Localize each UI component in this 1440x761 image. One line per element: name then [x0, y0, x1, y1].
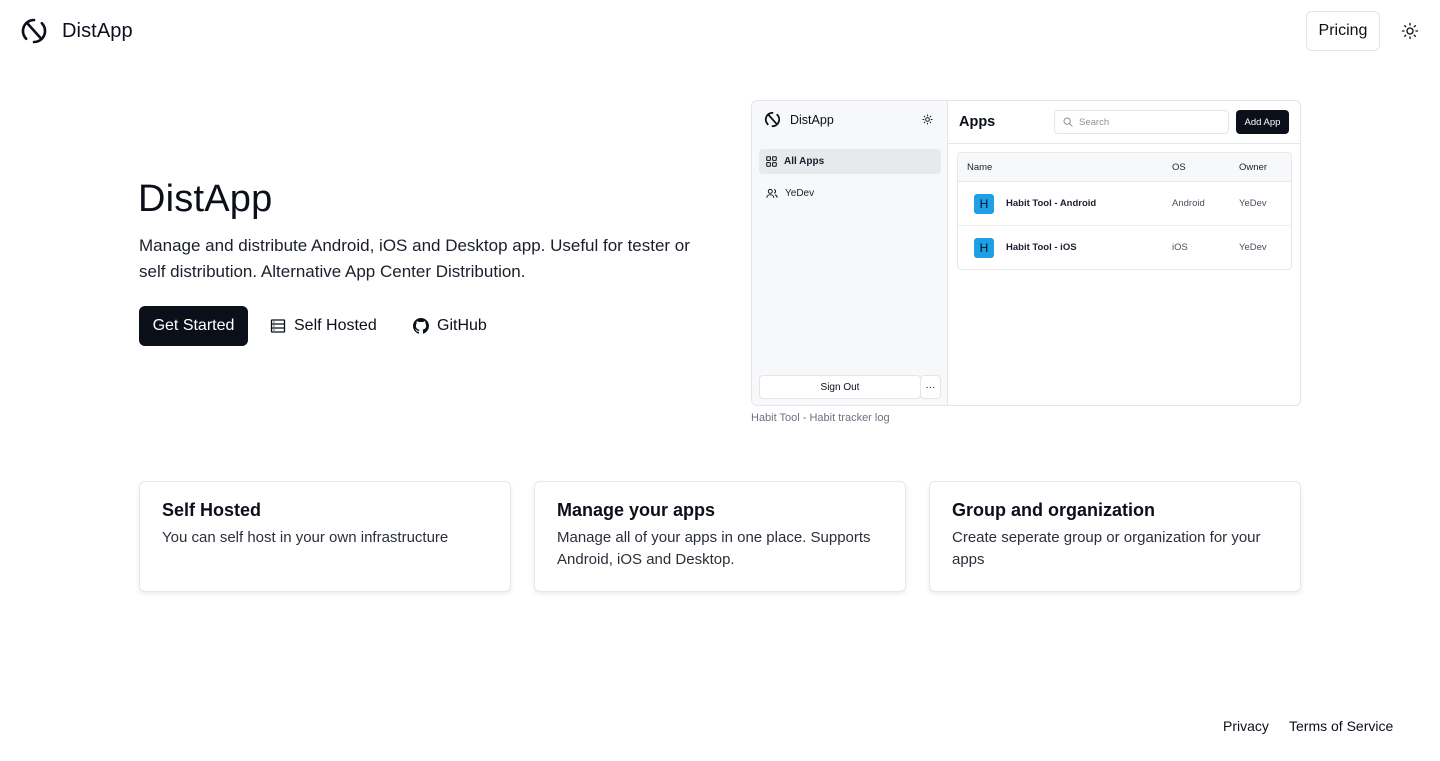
preview-brand: DistApp	[764, 111, 834, 128]
preview-apps-table: Name OS Owner H Habit Tool - Android And…	[957, 152, 1292, 270]
self-hosted-link[interactable]: Self Hosted	[270, 306, 377, 346]
theme-toggle-button[interactable]	[1398, 19, 1422, 43]
hero-title: DistApp	[138, 178, 273, 220]
privacy-link[interactable]: Privacy	[1223, 718, 1269, 734]
table-row: H Habit Tool - iOS iOS YeDev	[958, 226, 1291, 269]
preview-main: Apps Search Add App Name OS Owner H Habi…	[948, 101, 1300, 405]
preview-nav-all-apps: All Apps	[759, 149, 941, 174]
feature-description: You can self host in your own infrastruc…	[162, 529, 449, 546]
search-icon	[1063, 117, 1073, 127]
preview-sidebar: DistApp All Apps YeDev Sign Out ···	[752, 101, 948, 405]
distapp-logo-icon	[764, 111, 781, 128]
column-header-owner: Owner	[1239, 162, 1267, 173]
app-name: Habit Tool - Android	[1006, 198, 1097, 209]
preview-add-app-button: Add App	[1236, 110, 1289, 134]
app-os: iOS	[1172, 242, 1188, 253]
terms-of-service-link[interactable]: Terms of Service	[1289, 718, 1393, 734]
self-hosted-label: Self Hosted	[294, 317, 377, 334]
app-os: Android	[1172, 198, 1205, 209]
preview-caption: Habit Tool - Habit tracker log	[751, 412, 890, 424]
pricing-button[interactable]: Pricing	[1306, 11, 1380, 51]
preview-brand-name: DistApp	[790, 112, 834, 127]
preview-nav-label: YeDev	[785, 188, 815, 199]
get-started-button[interactable]: Get Started	[139, 306, 248, 346]
preview-nav-yedev: YeDev	[759, 181, 941, 206]
preview-search-input: Search	[1054, 110, 1229, 134]
feature-title: Manage your apps	[557, 500, 716, 520]
distapp-logo-icon	[21, 18, 47, 44]
preview-topbar: Apps Search Add App	[948, 101, 1300, 144]
grid-icon	[766, 156, 777, 167]
github-label: GitHub	[437, 317, 487, 334]
table-row: H Habit Tool - Android Android YeDev	[958, 182, 1291, 226]
feature-card-manage-apps: Manage your apps Manage all of your apps…	[534, 481, 906, 592]
sun-icon	[1401, 22, 1419, 40]
hero-description: Manage and distribute Android, iOS and D…	[139, 236, 690, 281]
app-avatar: H	[974, 194, 994, 214]
preview-nav-label: All Apps	[784, 156, 825, 167]
column-header-os: OS	[1172, 162, 1186, 173]
server-icon	[270, 319, 286, 333]
site-header: DistApp Pricing	[0, 0, 1440, 62]
sun-icon	[922, 114, 933, 125]
preview-more-button: ···	[920, 375, 941, 399]
brand-name: DistApp	[62, 19, 133, 42]
users-icon	[766, 188, 778, 198]
app-avatar: H	[974, 238, 994, 258]
app-owner: YeDev	[1239, 198, 1267, 209]
app-owner: YeDev	[1239, 242, 1267, 253]
preview-page-title: Apps	[959, 114, 996, 130]
feature-card-group-organization: Group and organization Create seperate g…	[929, 481, 1301, 592]
feature-description: Create seperate group or organization fo…	[952, 529, 1261, 568]
app-name: Habit Tool - iOS	[1006, 242, 1077, 253]
feature-card-self-hosted: Self Hosted You can self host in your ow…	[139, 481, 511, 592]
feature-title: Group and organization	[952, 500, 1155, 520]
github-link[interactable]: GitHub	[413, 306, 487, 346]
preview-sign-out-button: Sign Out	[759, 375, 921, 399]
feature-title: Self Hosted	[162, 500, 262, 520]
preview-search-placeholder: Search	[1079, 116, 1110, 128]
github-icon	[413, 318, 429, 334]
preview-table-header: Name OS Owner	[958, 153, 1291, 182]
app-preview-screenshot: DistApp All Apps YeDev Sign Out ··· Apps	[751, 100, 1301, 406]
feature-description: Manage all of your apps in one place. Su…	[557, 529, 871, 568]
column-header-name: Name	[967, 162, 993, 173]
brand-link[interactable]: DistApp	[20, 17, 133, 45]
